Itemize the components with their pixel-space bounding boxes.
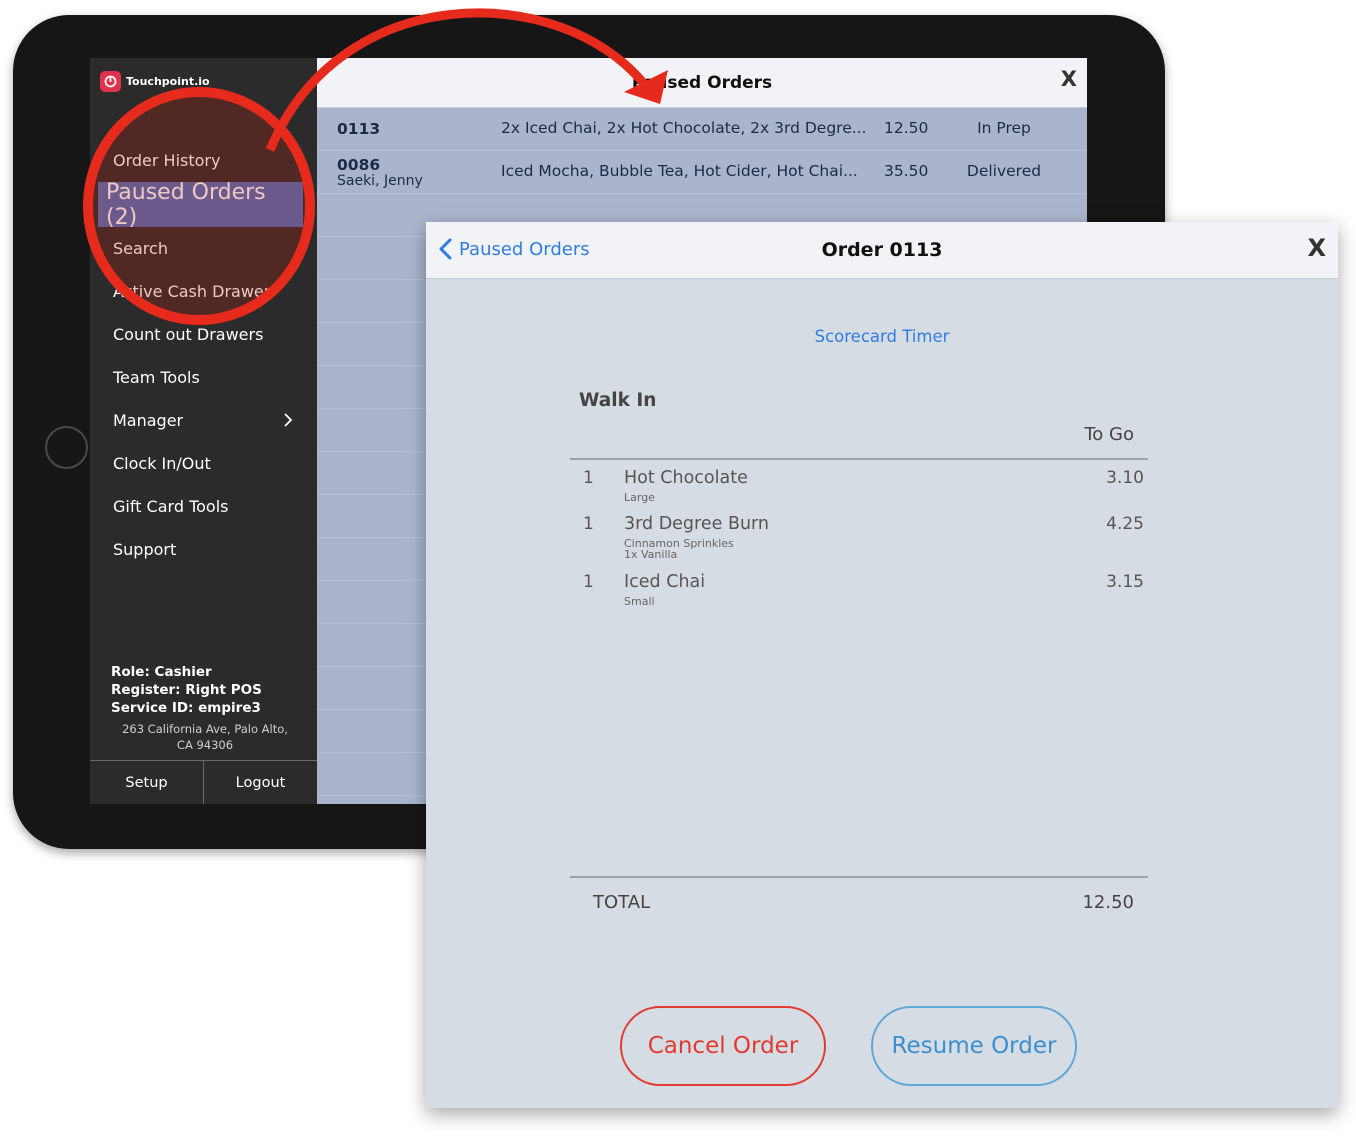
sidebar-item-label: Search xyxy=(113,239,168,258)
chevron-right-icon xyxy=(284,413,293,427)
store-address: 263 California Ave, Palo Alto, CA 94306 xyxy=(110,721,300,753)
line-item-name: Hot Chocolate xyxy=(624,468,748,488)
order-detail-modal: Paused Orders Order 0113 X Scorecard Tim… xyxy=(426,222,1338,1108)
sidebar-item-support[interactable]: Support xyxy=(90,528,317,571)
close-button[interactable]: X xyxy=(1061,67,1077,91)
address-line-2: CA 94306 xyxy=(176,738,234,752)
sidebar-item-search[interactable]: Search xyxy=(90,227,317,270)
brand: Touchpoint.io xyxy=(100,71,210,92)
order-status: In Prep xyxy=(977,119,1031,137)
sidebar-bottom-bar: Setup Logout xyxy=(90,760,317,804)
divider xyxy=(570,458,1148,460)
session-info: Role: Cashier Register: Right POS Servic… xyxy=(111,663,262,717)
sidebar-item-label: Paused Orders (2) xyxy=(106,179,266,230)
line-item-qty: 1 xyxy=(583,468,594,488)
line-item-price: 3.15 xyxy=(1106,572,1144,592)
order-detail-title: Order 0113 xyxy=(821,239,943,261)
order-detail-header: Paused Orders Order 0113 X xyxy=(426,222,1338,279)
sidebar: Touchpoint.io Order History Paused Order… xyxy=(90,58,317,804)
sidebar-item-label: Manager xyxy=(113,411,184,430)
line-item-name: Iced Chai xyxy=(624,572,706,592)
cancel-order-button[interactable]: Cancel Order xyxy=(620,1006,826,1086)
paused-orders-header: Paused Orders X xyxy=(317,58,1087,108)
order-items: Iced Mocha, Bubble Tea, Hot Cider, Hot C… xyxy=(501,162,858,180)
order-row[interactable]: 0086 Saeki, Jenny Iced Mocha, Bubble Tea… xyxy=(317,151,1087,194)
sidebar-item-manager[interactable]: Manager xyxy=(90,399,317,442)
sidebar-item-order-history[interactable]: Order History xyxy=(90,139,317,182)
sidebar-item-label: Gift Card Tools xyxy=(113,497,229,516)
sidebar-item-label: Order History xyxy=(113,151,221,170)
order-row[interactable]: 0113 2x Iced Chai, 2x Hot Chocolate, 2x … xyxy=(317,108,1087,151)
total-value: 12.50 xyxy=(1082,892,1134,913)
sidebar-item-active-cash-drawer[interactable]: Active Cash Drawer xyxy=(90,270,317,313)
brand-name: Touchpoint.io xyxy=(126,75,210,88)
sidebar-item-paused-orders[interactable]: Paused Orders (2) xyxy=(98,179,303,230)
scorecard-timer-link[interactable]: Scorecard Timer xyxy=(426,327,1338,346)
sidebar-item-team-tools[interactable]: Team Tools xyxy=(90,356,317,399)
order-items: 2x Iced Chai, 2x Hot Chocolate, 2x 3rd D… xyxy=(501,119,867,137)
home-button[interactable] xyxy=(45,426,88,469)
sidebar-menu: Order History Paused Orders (2) Search A… xyxy=(90,139,317,571)
order-type: Walk In xyxy=(579,390,657,411)
register-text: Register: Right POS xyxy=(111,682,262,698)
paused-orders-title: Paused Orders xyxy=(631,72,773,93)
sidebar-item-count-out-drawers[interactable]: Count out Drawers xyxy=(90,313,317,356)
service-id-text: Service ID: empire3 xyxy=(111,700,261,716)
logout-button[interactable]: Logout xyxy=(203,761,317,804)
divider xyxy=(570,876,1148,878)
line-item-modifier: Small xyxy=(624,595,655,608)
sidebar-item-label: Clock In/Out xyxy=(113,454,211,473)
sidebar-item-label: Count out Drawers xyxy=(113,325,264,344)
line-item-modifier: 1x Vanilla xyxy=(624,548,678,561)
sidebar-item-label: Team Tools xyxy=(113,368,200,387)
total-label: TOTAL xyxy=(593,892,651,913)
setup-button[interactable]: Setup xyxy=(90,761,203,804)
close-button[interactable]: X xyxy=(1307,234,1326,262)
sidebar-item-label: Support xyxy=(113,540,177,559)
sidebar-item-clock-in-out[interactable]: Clock In/Out xyxy=(90,442,317,485)
order-amount: 35.50 xyxy=(884,162,929,180)
line-item-qty: 1 xyxy=(583,514,594,534)
address-line-1: 263 California Ave, Palo Alto, xyxy=(122,722,288,736)
line-item-price: 3.10 xyxy=(1106,468,1144,488)
line-item-qty: 1 xyxy=(583,572,594,592)
touchpoint-logo-icon xyxy=(100,71,121,92)
order-customer: Saeki, Jenny xyxy=(337,173,423,189)
line-item-modifier: Large xyxy=(624,491,655,504)
sidebar-item-label: Active Cash Drawer xyxy=(113,282,271,301)
role-text: Role: Cashier xyxy=(111,664,212,680)
line-item-price: 4.25 xyxy=(1106,514,1144,534)
order-number: 0113 xyxy=(337,120,381,138)
line-item-name: 3rd Degree Burn xyxy=(624,514,770,534)
order-amount: 12.50 xyxy=(884,119,929,137)
order-number: 0086 xyxy=(337,156,381,174)
order-status: Delivered xyxy=(966,162,1042,180)
sidebar-item-gift-card-tools[interactable]: Gift Card Tools xyxy=(90,485,317,528)
service-type: To Go xyxy=(1084,424,1134,445)
resume-order-button[interactable]: Resume Order xyxy=(871,1006,1077,1086)
